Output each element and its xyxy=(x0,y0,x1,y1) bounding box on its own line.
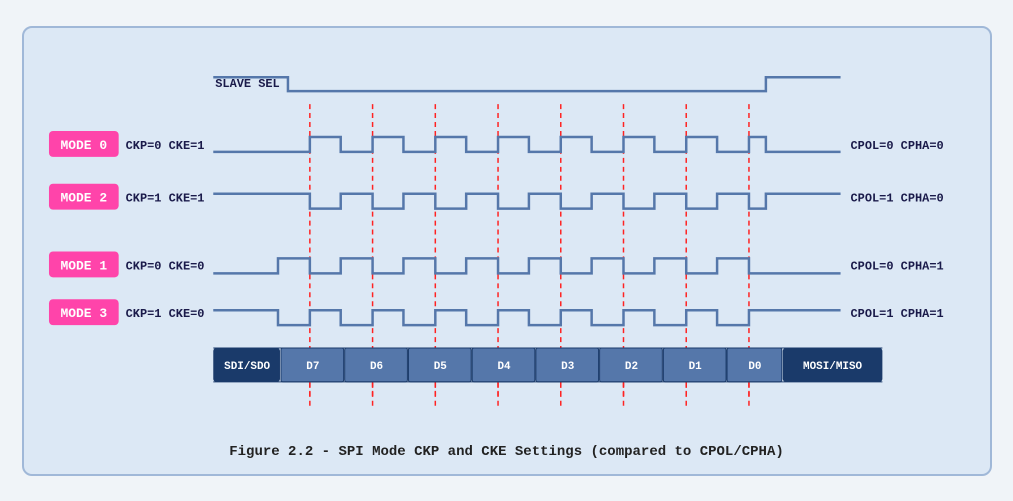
mode0-label: MODE 0 xyxy=(60,137,107,152)
figure-caption: Figure 2.2 - SPI Mode CKP and CKE Settin… xyxy=(44,444,970,460)
data-label-d7: D7 xyxy=(306,360,319,372)
mode2-right: CPOL=1 CPHA=0 xyxy=(850,191,943,205)
data-label-d2: D2 xyxy=(624,360,637,372)
main-container: .wave { fill: none; stroke: #5577aa; str… xyxy=(22,26,992,476)
mode0-params: CKP=0 CKE=1 xyxy=(125,138,204,152)
mode2-params: CKP=1 CKE=1 xyxy=(125,191,204,205)
data-label-d4: D4 xyxy=(497,360,511,372)
data-label-d0: D0 xyxy=(748,360,761,372)
diagram-area: .wave { fill: none; stroke: #5577aa; str… xyxy=(44,46,970,436)
mode2-label: MODE 2 xyxy=(60,190,107,205)
slave-sel-label: SLAVE SEL xyxy=(215,77,279,91)
mode1-params: CKP=0 CKE=0 xyxy=(125,259,204,273)
mode3-label: MODE 3 xyxy=(60,306,107,321)
data-label-d3: D3 xyxy=(561,360,575,372)
data-label-sdisdo: SDI/SDO xyxy=(224,360,270,372)
mode1-label: MODE 1 xyxy=(60,258,107,273)
mode3-right: CPOL=1 CPHA=1 xyxy=(850,307,943,321)
mode3-params: CKP=1 CKE=0 xyxy=(125,307,204,321)
mode1-right: CPOL=0 CPHA=1 xyxy=(850,259,943,273)
data-label-d1: D1 xyxy=(688,360,702,372)
data-label-d5: D5 xyxy=(433,360,446,372)
data-label-d6: D6 xyxy=(369,360,382,372)
mode0-right: CPOL=0 CPHA=0 xyxy=(850,138,943,152)
data-label-mosimiso: MOSI/MISO xyxy=(803,360,863,372)
